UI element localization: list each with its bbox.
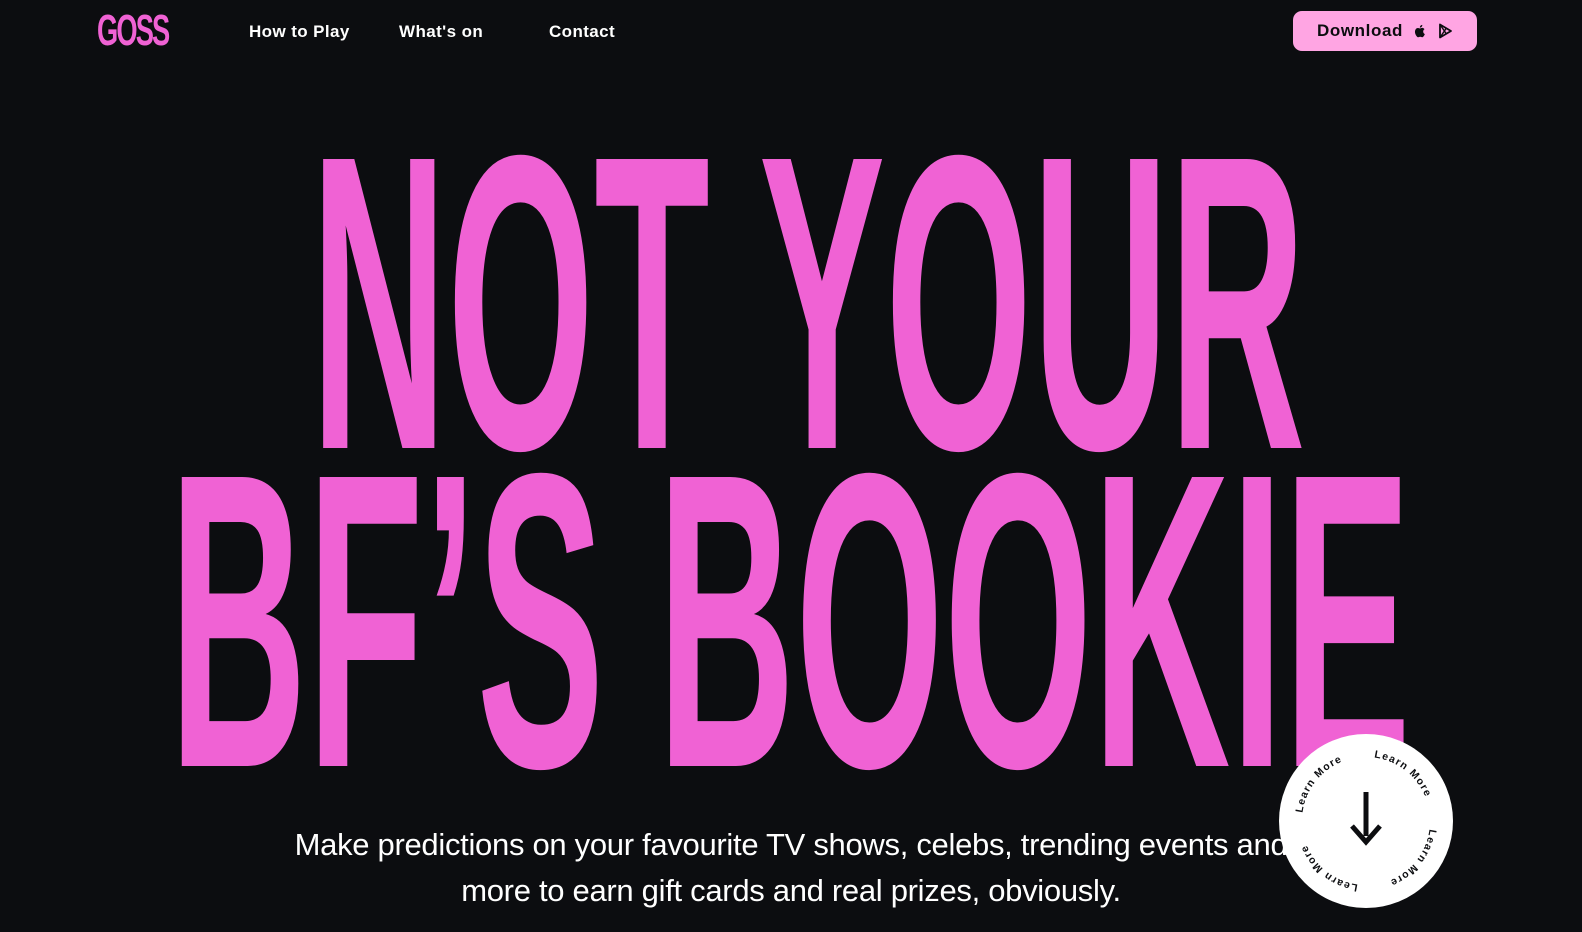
nav-whats-on[interactable]: What's on (399, 19, 483, 45)
download-button[interactable]: Download (1293, 11, 1477, 51)
nav-contact[interactable]: Contact (549, 19, 615, 45)
apple-icon (1412, 23, 1428, 39)
learn-more-ring-4: Learn More (1298, 843, 1357, 894)
page: NOT YOUR BF’S BOOKIE Make predictions on… (0, 0, 1582, 932)
learn-more-button[interactable]: Learn More Learn More Learn More Learn M… (1279, 734, 1453, 908)
download-label: Download (1316, 21, 1403, 40)
hero: NOT YOUR BF’S BOOKIE Make predictions on… (0, 0, 1582, 932)
learn-more-ring-3: Learn More (1388, 828, 1437, 888)
learn-more-ring-2: Learn More (1373, 749, 1432, 800)
nav-how-to-play[interactable]: How to Play (249, 19, 350, 45)
google-play-icon (1437, 23, 1453, 39)
arrow-down-icon (1350, 792, 1382, 846)
learn-more-ring-text-4: Learn More (1298, 843, 1358, 894)
learn-more-ring-text: Learn More (1294, 753, 1345, 813)
hero-tagline: Make predictions on your favourite TV sh… (294, 827, 1288, 908)
learn-more-badge: Learn More Learn More Learn More Learn M… (1294, 749, 1439, 894)
learn-more-ring-text-3: Learn More (1388, 828, 1439, 888)
headline-line-2: BF’S BOOKIE (169, 387, 1411, 856)
learn-more-ring-1: Learn More (1294, 753, 1343, 813)
goss-logo[interactable]: GOSS (97, 9, 170, 53)
learn-more-ring-text-2: Learn More (1373, 749, 1433, 800)
